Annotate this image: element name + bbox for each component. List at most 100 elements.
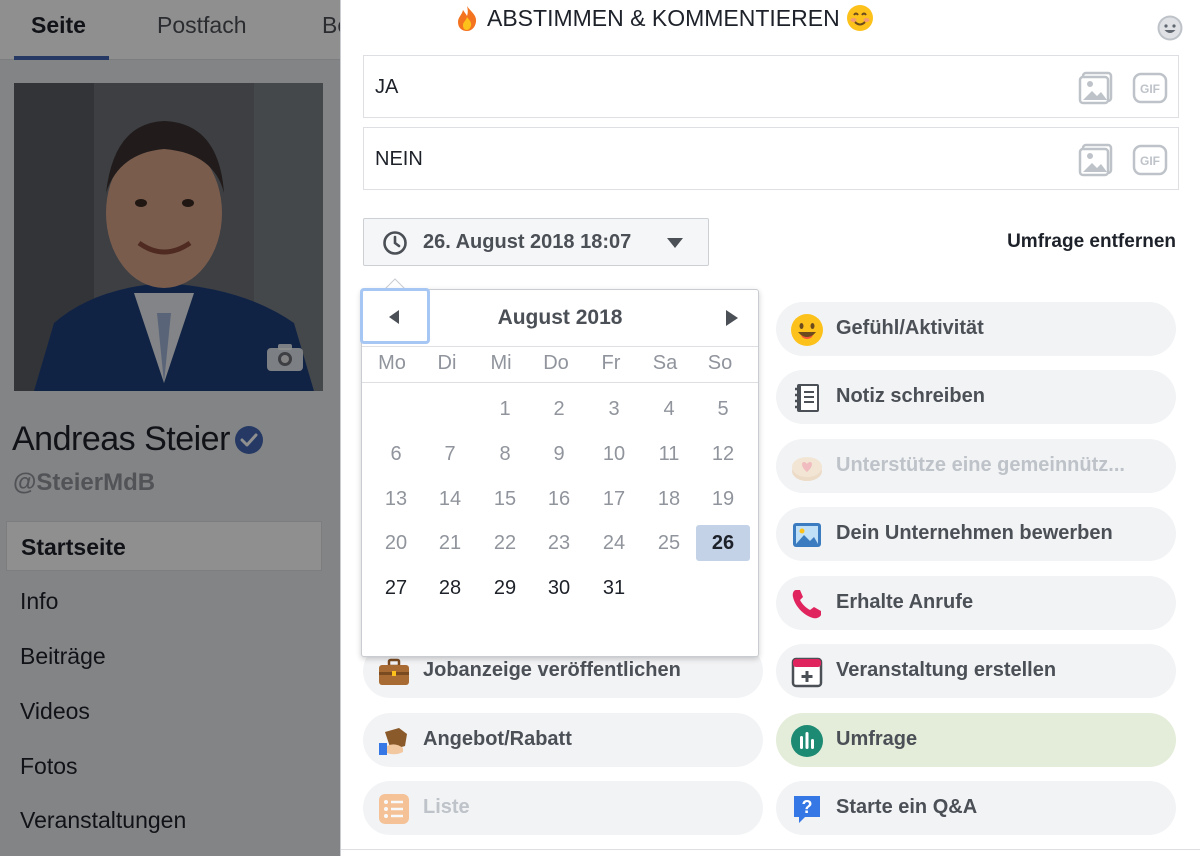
- poll-option-2-text: NEIN: [375, 148, 423, 170]
- weekday-label: Di: [437, 352, 457, 374]
- list-button[interactable]: Liste: [363, 781, 763, 835]
- add-photo-icon[interactable]: [1078, 143, 1114, 177]
- feeling-activity-label: Gefühl/Aktivität: [836, 317, 984, 339]
- remove-poll-link[interactable]: Umfrage entfernen: [1007, 231, 1176, 253]
- svg-text:?: ?: [802, 797, 813, 817]
- support-nonprofit-button[interactable]: Unterstütze eine gemeinnütz...: [776, 439, 1176, 493]
- calendar-day[interactable]: 24: [587, 525, 641, 561]
- poll-end-date-text: 26. August 2018 18:07: [423, 231, 632, 253]
- calendar-month-title: August 2018: [497, 306, 623, 329]
- poll-chart-icon: [791, 725, 823, 757]
- offer-discount-button[interactable]: Angebot/Rabatt: [363, 713, 763, 767]
- poll-option-2[interactable]: NEIN GIF: [363, 127, 1179, 190]
- calendar-day[interactable]: 30: [532, 570, 586, 606]
- list-label: Liste: [423, 796, 470, 818]
- write-note-label: Notiz schreiben: [836, 385, 985, 407]
- calendar-day[interactable]: 6: [369, 436, 423, 472]
- calendar-day[interactable]: 31: [587, 570, 641, 606]
- divider: [362, 346, 758, 347]
- weekday-label: Do: [543, 352, 569, 374]
- calendar-day[interactable]: 9: [532, 436, 586, 472]
- calendar-day[interactable]: 25: [642, 525, 696, 561]
- calendar-day[interactable]: 22: [478, 525, 532, 561]
- calendar-day[interactable]: 28: [423, 570, 477, 606]
- weekday-label: Mi: [490, 352, 512, 374]
- charity-icon: [792, 457, 822, 481]
- offer-tag-icon: [379, 728, 407, 755]
- poll-label: Umfrage: [836, 728, 918, 750]
- weekday-label: Sa: [652, 352, 678, 374]
- support-nonprofit-label: Unterstütze eine gemeinnütz...: [836, 454, 1125, 476]
- calendar-day[interactable]: 23: [532, 525, 586, 561]
- notebook-icon: [795, 384, 819, 412]
- modal-overlay[interactable]: [0, 0, 340, 856]
- calendar-day[interactable]: 8: [478, 436, 532, 472]
- promote-business-label: Dein Unternehmen bewerben: [836, 522, 1113, 544]
- calendar-add-icon: [791, 657, 823, 688]
- weekday-label: So: [707, 352, 733, 374]
- poll-question-text: ABSTIMMEN & KOMMENTIEREN: [487, 4, 840, 31]
- next-month-button[interactable]: [720, 306, 744, 330]
- chevron-down-icon: [667, 238, 683, 248]
- clock-icon: [383, 231, 407, 255]
- create-event-label: Veranstaltung erstellen: [836, 659, 1057, 681]
- get-calls-button[interactable]: Erhalte Anrufe: [776, 576, 1176, 630]
- page-sidebar: Seite Postfach Be Andreas Steier @Steier…: [0, 0, 350, 856]
- svg-text:GIF: GIF: [1140, 154, 1160, 168]
- poll-option-1[interactable]: JA GIF: [363, 55, 1179, 118]
- phone-icon: [792, 590, 821, 619]
- calendar-day[interactable]: 1: [478, 391, 532, 427]
- calendar-day[interactable]: 21: [423, 525, 477, 561]
- divider: [362, 382, 758, 383]
- gif-icon[interactable]: GIF: [1132, 72, 1168, 104]
- chevron-right-icon: [726, 310, 738, 326]
- start-qa-label: Starte ein Q&A: [836, 796, 978, 818]
- create-event-button[interactable]: Veranstaltung erstellen: [776, 644, 1176, 698]
- get-calls-label: Erhalte Anrufe: [836, 591, 974, 613]
- promote-business-button[interactable]: Dein Unternehmen bewerben: [776, 507, 1176, 561]
- poll-end-date-selector[interactable]: 26. August 2018 18:07: [363, 218, 709, 266]
- calendar-day[interactable]: 12: [696, 436, 750, 472]
- offer-discount-label: Angebot/Rabatt: [423, 728, 572, 750]
- happy-face-icon: [791, 314, 823, 346]
- calendar-day[interactable]: 5: [696, 391, 750, 427]
- fire-icon: [458, 6, 477, 31]
- start-qa-button[interactable]: ? Starte ein Q&A: [776, 781, 1176, 835]
- calendar-day[interactable]: 15: [478, 481, 532, 517]
- calendar-day[interactable]: 3: [587, 391, 641, 427]
- calendar-day[interactable]: 17: [587, 481, 641, 517]
- job-post-label: Jobanzeige veröffentlichen: [423, 659, 681, 681]
- weekday-label: Mo: [378, 352, 406, 374]
- calendar-day[interactable]: 2: [532, 391, 586, 427]
- poll-question[interactable]: ABSTIMMEN & KOMMENTIEREN: [453, 4, 874, 32]
- calendar-day[interactable]: 18: [642, 481, 696, 517]
- calendar-day[interactable]: 11: [642, 436, 696, 472]
- calendar-day[interactable]: 14: [423, 481, 477, 517]
- emoji-picker-icon[interactable]: [1156, 14, 1184, 42]
- poll-button[interactable]: Umfrage: [776, 713, 1176, 767]
- briefcase-icon: [379, 658, 409, 685]
- calendar-day[interactable]: 29: [478, 570, 532, 606]
- gif-icon[interactable]: GIF: [1132, 144, 1168, 176]
- list-icon: [379, 794, 409, 824]
- calendar-day[interactable]: 10: [587, 436, 641, 472]
- calendar-day[interactable]: 13: [369, 481, 423, 517]
- write-note-button[interactable]: Notiz schreiben: [776, 370, 1176, 424]
- calendar-day[interactable]: 27: [369, 570, 423, 606]
- divider: [341, 849, 1200, 850]
- calendar-day[interactable]: 7: [423, 436, 477, 472]
- feeling-activity-button[interactable]: Gefühl/Aktivität: [776, 302, 1176, 356]
- weekday-label: Fr: [601, 352, 621, 374]
- calendar-day-selected[interactable]: 26: [696, 525, 750, 561]
- calendar-day[interactable]: 4: [642, 391, 696, 427]
- calendar-day[interactable]: 16: [532, 481, 586, 517]
- smiling-face-icon: [846, 5, 873, 31]
- question-bubble-icon: ?: [794, 796, 820, 823]
- promote-photo-icon: [793, 523, 821, 547]
- calendar-day[interactable]: 20: [369, 525, 423, 561]
- calendar-day[interactable]: 19: [696, 481, 750, 517]
- poll-option-1-text: JA: [375, 76, 399, 98]
- add-photo-icon[interactable]: [1078, 71, 1114, 105]
- svg-text:GIF: GIF: [1140, 82, 1160, 96]
- date-picker: August 2018 Mo Di Mi Do Fr Sa So 1234567…: [360, 288, 759, 657]
